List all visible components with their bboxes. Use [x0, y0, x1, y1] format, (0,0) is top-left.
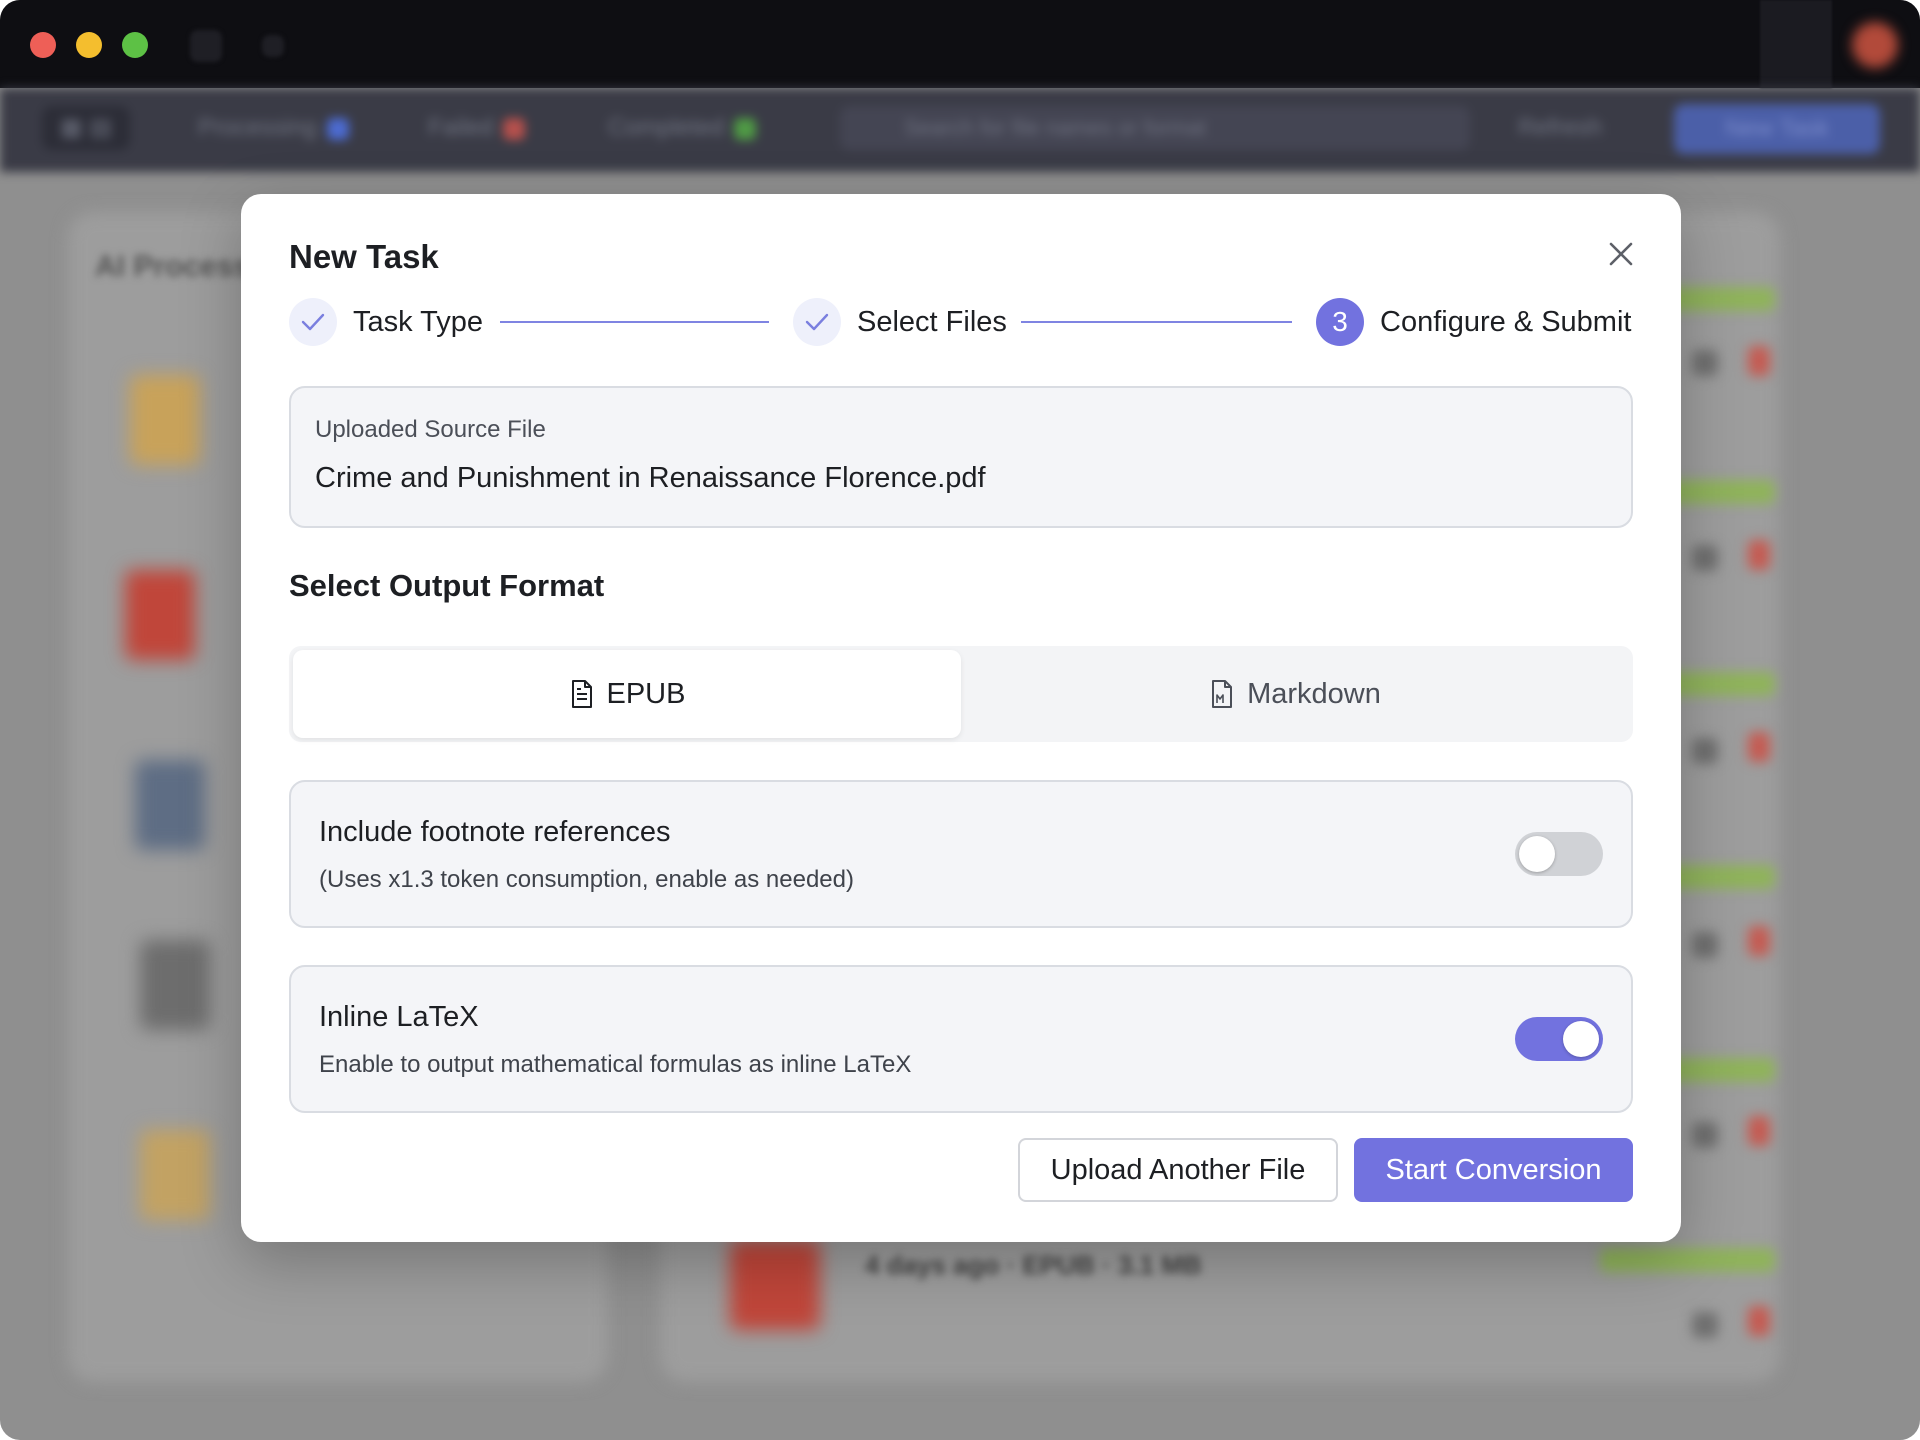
- search-input[interactable]: Search for file names or format: [840, 106, 1470, 150]
- list-item-meta: 4 days ago · EPUB · 3.1 MB: [865, 1250, 1202, 1280]
- option-description: Enable to output mathematical formulas a…: [319, 1051, 912, 1078]
- book-thumbnail: [135, 760, 205, 850]
- download-icon[interactable]: [1692, 350, 1718, 376]
- step-task-type[interactable]: Task Type: [289, 297, 483, 347]
- close-window-button[interactable]: [30, 32, 56, 58]
- footnote-option-card: Include footnote references (Uses x1.3 t…: [289, 780, 1633, 928]
- new-task-modal: New Task Task Type Select Files 3 Config…: [241, 194, 1681, 1242]
- view-toggle[interactable]: ▦ ▤: [42, 106, 131, 150]
- step-label: Select Files: [857, 305, 1007, 338]
- delete-icon[interactable]: [1748, 926, 1770, 956]
- minimize-window-button[interactable]: [76, 32, 102, 58]
- uploaded-source-file: Uploaded Source File Crime and Punishmen…: [289, 386, 1633, 528]
- step-connector: [1021, 321, 1292, 323]
- latex-option-card: Inline LaTeX Enable to output mathematic…: [289, 965, 1633, 1113]
- filter-failed[interactable]: Failed: [410, 106, 543, 150]
- book-thumbnail: [130, 375, 200, 465]
- check-icon: [289, 298, 337, 346]
- maximize-window-button[interactable]: [122, 32, 148, 58]
- format-option-label: Markdown: [1247, 677, 1381, 710]
- output-format-selector: EPUB Markdown: [289, 646, 1633, 742]
- source-caption: Uploaded Source File: [315, 416, 546, 443]
- modal-title: New Task: [289, 238, 439, 275]
- download-icon[interactable]: [1692, 738, 1718, 764]
- download-icon[interactable]: [1692, 545, 1718, 571]
- app-window: ▦ ▤ Processing Failed Completed Search f…: [0, 0, 1920, 1440]
- filter-processing-label: Processing: [198, 114, 317, 141]
- avatar[interactable]: [1852, 22, 1898, 68]
- filter-completed[interactable]: Completed: [590, 106, 774, 150]
- step-configure-submit[interactable]: 3 Configure & Submit: [1316, 297, 1631, 347]
- delete-icon[interactable]: [1748, 540, 1770, 570]
- upload-another-file-button[interactable]: Upload Another File: [1018, 1138, 1338, 1202]
- book-thumbnail: [140, 1130, 210, 1220]
- book-thumbnail: [125, 570, 195, 660]
- delete-icon[interactable]: [1748, 1116, 1770, 1146]
- delete-icon[interactable]: [1748, 732, 1770, 762]
- processing-count-badge: [326, 117, 349, 140]
- toggle-knob: [1563, 1021, 1599, 1057]
- filter-failed-label: Failed: [428, 114, 494, 141]
- format-option-label: EPUB: [606, 677, 686, 710]
- left-panel-title: AI Process: [95, 250, 251, 283]
- refresh-button[interactable]: Refresh: [1500, 106, 1620, 150]
- document-icon: [571, 680, 592, 708]
- markdown-file-icon: [1212, 680, 1233, 708]
- status-badge: [1600, 1248, 1775, 1272]
- download-icon[interactable]: [1692, 1312, 1718, 1338]
- step-label: Task Type: [353, 305, 484, 338]
- format-option-markdown[interactable]: Markdown: [961, 650, 1629, 738]
- option-title: Include footnote references: [319, 816, 671, 848]
- start-conversion-button[interactable]: Start Conversion: [1354, 1138, 1633, 1202]
- format-option-epub[interactable]: EPUB: [293, 650, 961, 738]
- failed-count-badge: [503, 117, 526, 140]
- completed-count-badge: [734, 117, 757, 140]
- add-icon[interactable]: [262, 35, 284, 57]
- option-description: (Uses x1.3 token consumption, enable as …: [319, 866, 854, 893]
- sidebar-toggle-icon[interactable]: [190, 30, 222, 62]
- source-filename: Crime and Punishment in Renaissance Flor…: [315, 462, 986, 494]
- book-thumbnail: [140, 940, 210, 1030]
- step-number: 3: [1316, 298, 1364, 346]
- latex-toggle[interactable]: [1515, 1017, 1603, 1061]
- filter-completed-label: Completed: [608, 114, 725, 141]
- step-label: Configure & Submit: [1380, 305, 1632, 338]
- delete-icon[interactable]: [1748, 346, 1770, 376]
- download-icon[interactable]: [1692, 1122, 1718, 1148]
- title-bar: [0, 0, 1920, 88]
- window-action-button[interactable]: [1760, 0, 1832, 88]
- footnote-toggle[interactable]: [1515, 832, 1603, 876]
- check-icon: [793, 298, 841, 346]
- toolbar: ▦ ▤ Processing Failed Completed Search f…: [0, 88, 1920, 172]
- option-title: Inline LaTeX: [319, 1001, 479, 1033]
- output-format-title: Select Output Format: [289, 568, 605, 603]
- close-icon[interactable]: [1599, 232, 1643, 276]
- download-icon[interactable]: [1692, 932, 1718, 958]
- new-task-button[interactable]: New Task: [1674, 104, 1880, 154]
- delete-icon[interactable]: [1748, 1306, 1770, 1336]
- filter-processing[interactable]: Processing: [180, 106, 367, 150]
- toggle-knob: [1519, 836, 1555, 872]
- book-thumbnail: [730, 1240, 820, 1330]
- step-connector: [500, 321, 769, 323]
- stepper: Task Type Select Files 3 Configure & Sub…: [289, 297, 1633, 347]
- step-select-files[interactable]: Select Files: [793, 297, 1007, 347]
